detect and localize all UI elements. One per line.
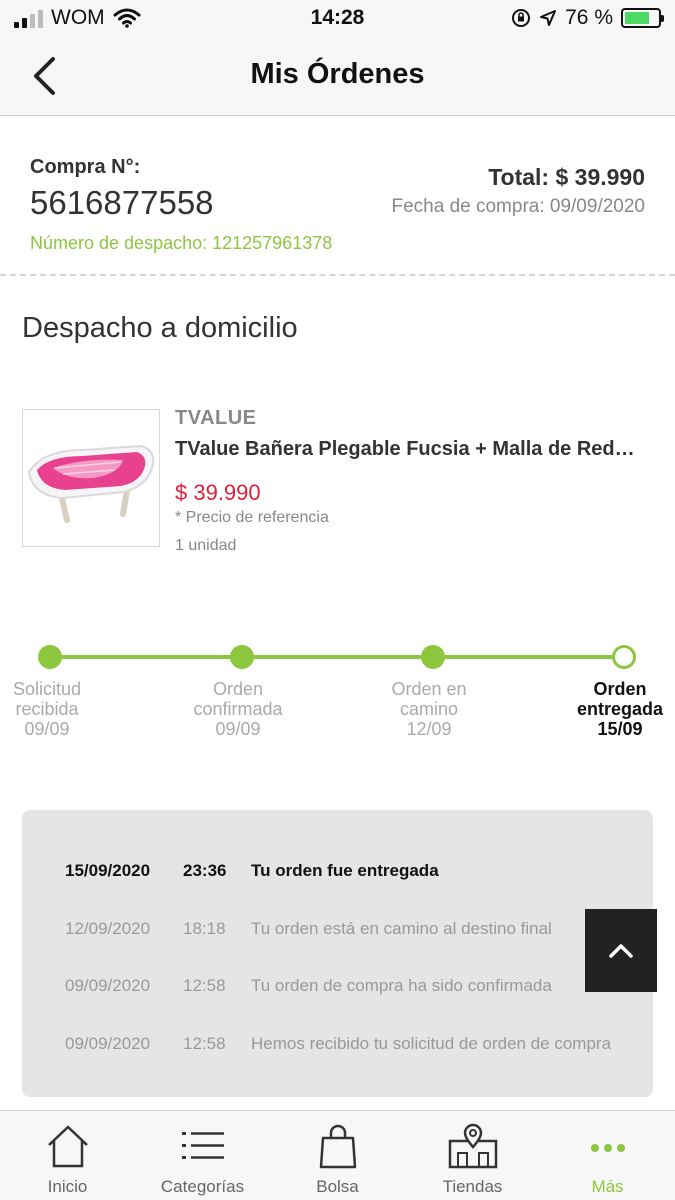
order-number: 5616877558: [30, 184, 214, 221]
step-date: 09/09: [215, 719, 261, 739]
history-time: 23:36: [183, 861, 227, 880]
battery-level: [625, 12, 650, 24]
carrier-name: WOM: [51, 6, 105, 29]
product-name[interactable]: TValue Bañera Plegable Fucsia + Malla de…: [175, 438, 635, 461]
more-dots-icon: [590, 1144, 625, 1152]
history-time: 12:58: [183, 1034, 226, 1053]
step-date: 09/09: [24, 719, 70, 739]
location-arrow-icon: [540, 10, 557, 26]
scroll-to-top-button[interactable]: [585, 909, 657, 992]
step-label-line1: Solicitud: [12, 679, 82, 699]
product-quantity: 1 unidad: [175, 537, 237, 554]
order-summary: Compra N°: 5616877558 Número de despacho…: [0, 116, 675, 276]
nav-label: Tiendas: [442, 1177, 503, 1196]
back-button[interactable]: [22, 52, 66, 100]
step-label-line2: confirmada: [193, 699, 283, 719]
order-number-label: Compra N°:: [30, 156, 141, 178]
step-label-line2: camino: [399, 699, 459, 719]
bathtub-image: [23, 410, 159, 546]
nav-item-bolsa[interactable]: Bolsa: [270, 1111, 405, 1200]
status-bar: WOM 14:28 76 %: [0, 0, 675, 40]
nav-label: Más: [591, 1177, 624, 1196]
history-date: 12/09/2020: [65, 919, 151, 938]
step-dot: [421, 645, 445, 669]
step-label: Orden confirmada 09/09: [178, 679, 298, 739]
step-label-line1: Orden en: [391, 679, 467, 699]
status-bar-left: WOM: [14, 6, 141, 30]
history-message: Tu orden está en camino al destino final: [251, 919, 552, 938]
shopping-bag-icon: [319, 1124, 356, 1169]
history-time: 12:58: [183, 976, 226, 995]
battery-percent: 76 %: [565, 6, 613, 29]
section-title: Despacho a domicilio: [22, 312, 298, 344]
step-label-line1: Orden: [212, 679, 264, 699]
wifi-icon: [113, 8, 141, 28]
order-total: Total: $ 39.990: [488, 164, 645, 190]
page-title: Mis Órdenes: [250, 58, 425, 90]
chevron-left-icon: [34, 57, 55, 95]
history-date: 09/09/2020: [65, 1034, 151, 1053]
nav-item-inicio[interactable]: Inicio: [0, 1111, 135, 1200]
step-dot-current: [612, 645, 636, 669]
header: Mis Órdenes: [0, 40, 675, 116]
product-brand: TVALUE: [175, 407, 257, 429]
product-price: $ 39.990: [175, 480, 261, 505]
history-time: 18:18: [183, 919, 226, 938]
step-label-current: Orden entregada 15/09: [560, 679, 675, 739]
order-history-panel: 15/09/2020 23:36 Tu orden fue entregada …: [22, 810, 653, 1097]
nav-item-categorias[interactable]: Categorías: [135, 1111, 270, 1200]
signal-icon: [14, 8, 43, 28]
status-bar-right: 76 %: [511, 6, 664, 30]
step-label-line1: Orden: [593, 679, 647, 699]
list-icon: [181, 1132, 224, 1159]
product-image[interactable]: [22, 409, 160, 547]
nav-item-mas[interactable]: Más: [540, 1111, 675, 1200]
history-date: 15/09/2020: [65, 861, 151, 880]
step-date: 12/09: [406, 719, 452, 739]
rotation-lock-icon: [512, 9, 531, 27]
step-label: Orden en camino 12/09: [369, 679, 489, 739]
nav-label: Categorías: [160, 1177, 245, 1196]
history-date: 09/09/2020: [65, 976, 151, 995]
history-message: Hemos recibido tu solicitud de orden de …: [251, 1034, 612, 1053]
home-icon: [47, 1125, 88, 1168]
step-date: 15/09: [597, 719, 643, 739]
dispatch-number: Número de despacho: 121257961378: [30, 233, 333, 253]
price-reference-note: * Precio de referencia: [175, 509, 329, 526]
step-label-line2: entregada: [576, 699, 664, 719]
history-message: Tu orden de compra ha sido confirmada: [251, 976, 552, 995]
battery-icon: [621, 8, 664, 28]
step-dot: [230, 645, 254, 669]
step-label-line2: recibida: [15, 699, 79, 719]
chevron-up-icon: [609, 943, 633, 958]
purchase-date: Fecha de compra: 09/09/2020: [391, 196, 645, 217]
nav-label: Bolsa: [316, 1177, 359, 1196]
progress-line: [50, 655, 624, 659]
nav-item-tiendas[interactable]: Tiendas: [405, 1111, 540, 1200]
store-map-icon: [448, 1123, 497, 1169]
nav-label: Inicio: [47, 1177, 88, 1196]
step-dot: [38, 645, 62, 669]
bottom-nav: Inicio Categorías Bolsa Tiendas Más: [0, 1110, 675, 1200]
history-message: Tu orden fue entregada: [251, 861, 439, 880]
step-label: Solicitud recibida 09/09: [0, 679, 107, 739]
